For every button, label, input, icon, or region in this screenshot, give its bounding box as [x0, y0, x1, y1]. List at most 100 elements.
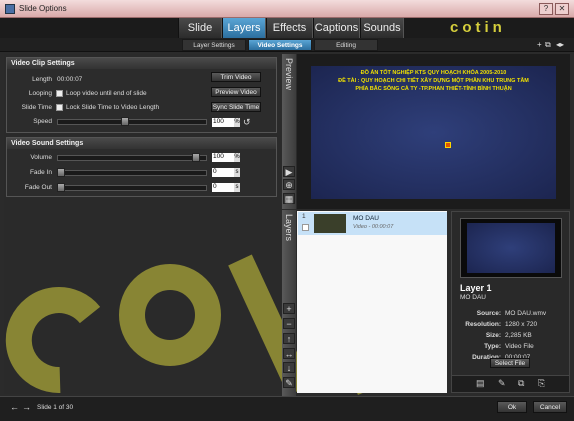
tab-layer-settings[interactable]: Layer Settings: [182, 39, 246, 51]
volume-slider-thumb[interactable]: [191, 153, 200, 162]
remove-layer-icon[interactable]: −: [283, 318, 295, 329]
next-slide-icon[interactable]: →: [22, 402, 31, 412]
volume-label: Volume: [30, 154, 52, 161]
tab-editing[interactable]: Editing: [314, 39, 378, 51]
speed-label: Speed: [33, 118, 52, 125]
tab-slide[interactable]: Slide: [178, 18, 222, 38]
source-key: Source:: [476, 310, 501, 317]
edit-icon[interactable]: ✎: [498, 378, 506, 389]
fade-in-unit: s: [234, 168, 240, 177]
fade-in-input[interactable]: 0: [212, 168, 234, 177]
length-label: Length: [32, 76, 52, 83]
prev-next-icon[interactable]: ◂▸: [556, 40, 564, 49]
tab-captions[interactable]: Captions: [313, 18, 360, 38]
layer-visible-checkbox[interactable]: [302, 224, 309, 231]
move-up-icon[interactable]: ↑: [283, 333, 295, 344]
add-slide-icon[interactable]: +: [537, 40, 542, 49]
layer-thumbnail: [314, 214, 346, 233]
fit-icon[interactable]: ▦: [283, 193, 295, 204]
volume-unit: %: [234, 153, 240, 162]
window-mode-icon[interactable]: ⧉: [545, 40, 551, 50]
size-key: Size:: [485, 332, 501, 339]
preview-video-button[interactable]: Preview Video: [211, 87, 261, 97]
layer-number: 1: [302, 213, 306, 220]
speed-slider-thumb[interactable]: [120, 117, 129, 126]
list-item[interactable]: 1 MO DAU Video - 00:00:07: [298, 212, 447, 235]
speed-input[interactable]: 100: [212, 118, 234, 127]
layer-title: Layer 1: [460, 283, 492, 293]
window-title: Slide Options: [19, 4, 67, 13]
section-heading: Video Sound Settings: [7, 138, 276, 149]
status-bar: [0, 396, 574, 421]
fade-out-unit: s: [234, 183, 240, 192]
speed-unit: %: [234, 118, 240, 127]
help-button[interactable]: ?: [539, 3, 553, 15]
preview-image[interactable]: ĐỒ ÁN TỐT NGHIỆP KTS QUY HOẠCH KHÓA 2005…: [311, 66, 556, 199]
fade-in-label: Fade In: [29, 169, 52, 176]
layer-marker[interactable]: [445, 142, 451, 148]
trim-video-button[interactable]: Trim Video: [211, 72, 261, 82]
fade-out-slider[interactable]: [57, 185, 207, 191]
lock-slide-time-checkbox[interactable]: [56, 104, 63, 111]
close-button[interactable]: ✕: [555, 3, 569, 15]
section-heading: Video Clip Settings: [7, 58, 276, 69]
layer-preview-thumbnail: [460, 218, 562, 278]
layer-subtitle: Video - 00:00:07: [353, 224, 394, 230]
volume-slider[interactable]: [57, 155, 207, 161]
preview-panel: ĐỒ ÁN TỐT NGHIỆP KTS QUY HOẠCH KHÓA 2005…: [297, 54, 570, 209]
resolution-key: Resolution:: [465, 321, 501, 328]
reset-speed-icon[interactable]: ↺: [243, 117, 251, 128]
layer-tools-bar: [452, 375, 569, 392]
lock-slide-time-text: Lock Slide Time to Video Length: [66, 104, 160, 111]
layers-label: Layers: [284, 214, 294, 242]
preview-line-3: PHÍA BẮC SÔNG CÀ TY -TP.PHAN THIẾT-TỈNH …: [355, 86, 512, 92]
looping-checkbox[interactable]: [56, 90, 63, 97]
play-icon[interactable]: ▶: [283, 166, 295, 177]
app-icon: [5, 4, 15, 14]
tab-sounds[interactable]: Sounds: [360, 18, 404, 38]
fade-out-slider-thumb[interactable]: [57, 183, 65, 192]
fade-in-slider-thumb[interactable]: [57, 168, 65, 177]
speed-slider[interactable]: [57, 119, 207, 125]
move-down-icon[interactable]: ↓: [283, 362, 295, 373]
length-value: 00:00:07: [57, 76, 83, 83]
copy-icon[interactable]: ⧉: [518, 378, 524, 389]
ok-button[interactable]: Ok: [497, 401, 527, 413]
preview-label: Preview: [284, 58, 294, 91]
tab-video-settings[interactable]: Video Settings: [248, 39, 312, 51]
preview-line-2: ĐỀ TÀI : QUY HOẠCH CHI TIẾT XÂY DỰNG MỘT…: [338, 78, 529, 84]
looping-text: Loop video until end of slide: [66, 90, 147, 97]
prev-slide-icon[interactable]: ←: [10, 402, 19, 412]
edit-layer-icon[interactable]: ✎: [283, 377, 295, 388]
zoom-icon[interactable]: ⊕: [283, 179, 295, 190]
tab-effects[interactable]: Effects: [266, 18, 313, 38]
sync-slide-time-button[interactable]: Sync Slide Time: [211, 102, 261, 112]
preview-line-1: ĐỒ ÁN TỐT NGHIỆP KTS QUY HOẠCH KHÓA 2005…: [360, 70, 507, 76]
thumbnail-image: [467, 223, 555, 273]
layer-name: MO DAU: [353, 215, 379, 222]
fade-out-label: Fade Out: [24, 184, 52, 191]
paste-icon[interactable]: ⎘: [538, 378, 545, 389]
slide-time-label: Slide Time: [21, 104, 52, 111]
title-bar: [0, 0, 574, 18]
volume-input[interactable]: 100: [212, 153, 234, 162]
cancel-button[interactable]: Cancel: [533, 401, 567, 413]
layer-subtitle-info: MO DAU: [460, 294, 486, 301]
open-icon[interactable]: ▤: [476, 378, 485, 389]
fade-in-slider[interactable]: [57, 170, 207, 176]
layer-info-panel: Layer 1 MO DAU Source: MO DAU.wmv Resolu…: [451, 211, 570, 393]
brand-logo: cotin: [450, 19, 506, 36]
source-value: MO DAU.wmv: [505, 310, 547, 317]
layer-list: 1 MO DAU Video - 00:00:07: [297, 211, 447, 393]
add-layer-icon[interactable]: +: [283, 303, 295, 314]
select-file-button[interactable]: Select File: [490, 358, 530, 368]
type-key: Type:: [484, 343, 501, 350]
looping-label: Looping: [28, 90, 52, 97]
tab-layers[interactable]: Layers: [222, 18, 266, 38]
type-value: Video File: [505, 343, 534, 350]
fade-out-input[interactable]: 0: [212, 183, 234, 192]
expand-icon[interactable]: ↔: [283, 348, 295, 359]
size-value: 2,285 KB: [505, 332, 532, 339]
resolution-value: 1280 x 720: [505, 321, 538, 328]
slide-counter: Slide 1 of 30: [37, 404, 74, 411]
